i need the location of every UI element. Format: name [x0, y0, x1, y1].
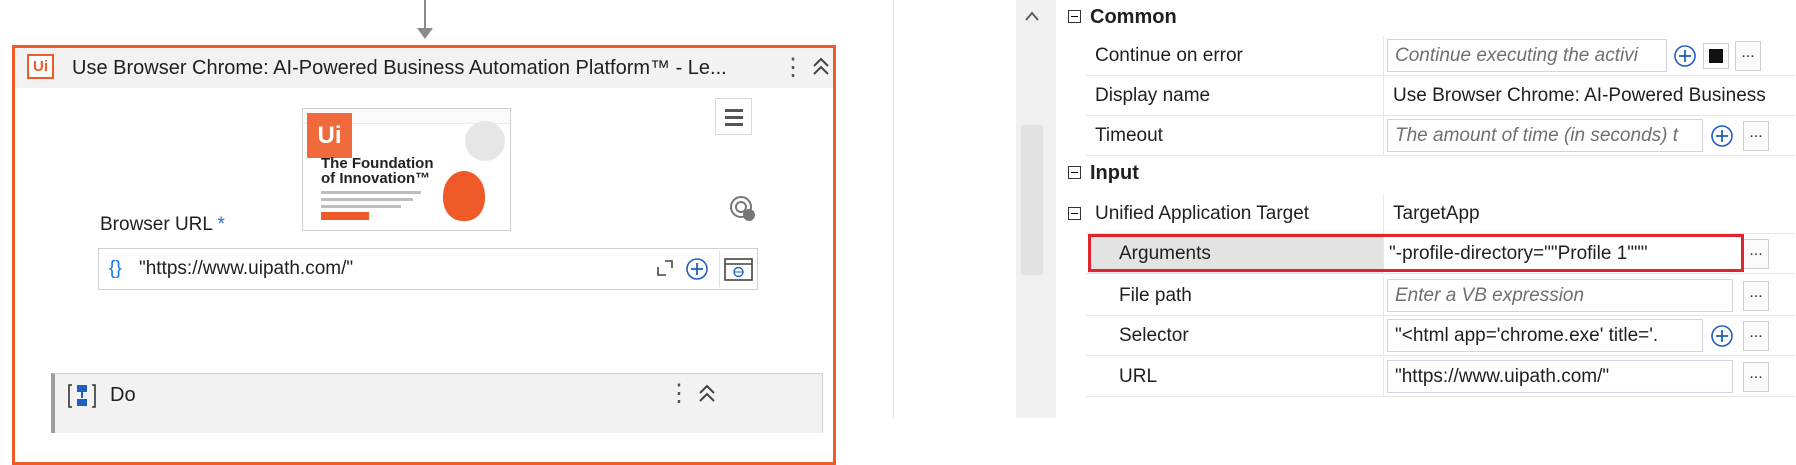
property-name: File path — [1119, 285, 1192, 306]
collapse-icon[interactable] — [809, 53, 833, 81]
panel-divider — [893, 0, 894, 418]
collapse-toggle-icon[interactable] — [1068, 207, 1081, 220]
use-browser-activity[interactable]: Ui Use Browser Chrome: AI-Powered Busine… — [12, 45, 836, 465]
ellipsis-button[interactable]: ... — [1743, 281, 1769, 311]
thumbnail-text-line — [321, 191, 421, 194]
literal-toggle-button[interactable] — [1703, 43, 1729, 69]
collapse-icon[interactable] — [695, 380, 719, 408]
ellipsis-button[interactable]: ... — [1743, 121, 1769, 151]
property-name: Unified Application Target — [1095, 203, 1310, 224]
property-name: Continue on error — [1095, 45, 1243, 66]
do-sequence[interactable]: Do ⋮ — [51, 373, 823, 433]
property-file-path[interactable]: File path Enter a VB expression ... — [1085, 276, 1795, 316]
ellipsis-button[interactable]: ... — [1743, 321, 1769, 351]
property-name: Selector — [1119, 325, 1189, 346]
target-indicate-icon[interactable] — [728, 194, 758, 224]
do-label: Do — [110, 384, 136, 406]
expression-icon[interactable]: {} — [109, 258, 122, 280]
browser-screenshot-thumbnail[interactable]: Ui The Foundation of Innovation™ — [302, 108, 511, 231]
arguments-highlight-box — [1088, 234, 1744, 272]
timeout-input[interactable]: The amount of time (in seconds) t — [1387, 119, 1703, 152]
property-url[interactable]: URL "https://www.uipath.com/" ... — [1085, 357, 1795, 397]
connector-arrow-icon — [417, 28, 433, 39]
thumbnail-text-line — [321, 198, 413, 201]
display-name-value[interactable]: Use Browser Chrome: AI-Powered Business — [1393, 85, 1793, 107]
thumbnail-headline: The Foundation of Innovation™ — [321, 155, 434, 187]
property-selector[interactable]: Selector "<html app='chrome.exe' title='… — [1085, 316, 1795, 356]
add-variable-icon[interactable] — [1710, 124, 1734, 148]
ellipsis-button[interactable]: ... — [1743, 362, 1769, 392]
property-display-name[interactable]: Display name Use Browser Chrome: AI-Powe… — [1085, 76, 1795, 116]
browser-url-input[interactable]: {} "https://www.uipath.com/" — [98, 248, 758, 290]
category-common[interactable]: Common — [1060, 0, 1795, 37]
scrollbar-thumb[interactable] — [1021, 125, 1043, 275]
browser-url-value[interactable]: "https://www.uipath.com/" — [139, 258, 353, 280]
category-input[interactable]: Input — [1060, 156, 1795, 193]
menu-icon[interactable] — [715, 98, 752, 135]
add-variable-icon[interactable] — [685, 257, 709, 281]
unified-target-value[interactable]: TargetApp — [1393, 203, 1480, 225]
collapse-toggle-icon[interactable] — [1068, 166, 1081, 179]
thumbnail-mascot — [443, 171, 485, 221]
more-options-icon[interactable]: ⋮ — [781, 53, 805, 82]
more-options-icon[interactable]: ⋮ — [667, 379, 691, 408]
continue-on-error-input[interactable]: Continue executing the activi — [1387, 39, 1667, 72]
property-continue-on-error[interactable]: Continue on error Continue executing the… — [1085, 36, 1795, 76]
browser-window-icon[interactable] — [719, 251, 756, 287]
uipath-logo-icon: Ui — [27, 54, 54, 79]
url-input[interactable]: "https://www.uipath.com/" — [1387, 360, 1733, 393]
expand-editor-icon[interactable] — [654, 257, 676, 279]
ellipsis-button[interactable]: ... — [1735, 41, 1761, 71]
property-name: URL — [1119, 366, 1158, 387]
required-marker: * — [217, 214, 225, 235]
property-name: Timeout — [1095, 125, 1163, 146]
thumbnail-logo: Ui — [307, 113, 352, 158]
activity-header[interactable]: Ui Use Browser Chrome: AI-Powered Busine… — [15, 48, 833, 88]
thumbnail-cta — [321, 212, 369, 220]
thumbnail-decoration — [465, 121, 505, 161]
add-variable-icon[interactable] — [1673, 44, 1697, 68]
thumbnail-text-line — [321, 205, 401, 208]
connector-line — [424, 0, 426, 30]
collapse-toggle-icon[interactable] — [1068, 10, 1081, 23]
property-timeout[interactable]: Timeout The amount of time (in seconds) … — [1085, 116, 1795, 156]
property-unified-application-target[interactable]: Unified Application Target TargetApp — [1068, 194, 1795, 234]
file-path-input[interactable]: Enter a VB expression — [1387, 279, 1733, 312]
ellipsis-button[interactable]: ... — [1743, 239, 1769, 269]
category-label: Common — [1090, 6, 1177, 28]
sequence-icon — [68, 384, 96, 408]
scroll-up-icon[interactable] — [1022, 8, 1042, 24]
properties-grid: Common Continue on error Continue execut… — [1060, 0, 1795, 418]
category-label: Input — [1090, 162, 1139, 184]
selector-input[interactable]: "<html app='chrome.exe' title='. — [1387, 319, 1703, 352]
property-name: Display name — [1095, 85, 1211, 106]
activity-title: Use Browser Chrome: AI-Powered Business … — [72, 57, 727, 79]
browser-url-label: Browser URL * — [100, 214, 225, 235]
add-variable-icon[interactable] — [1710, 324, 1734, 348]
